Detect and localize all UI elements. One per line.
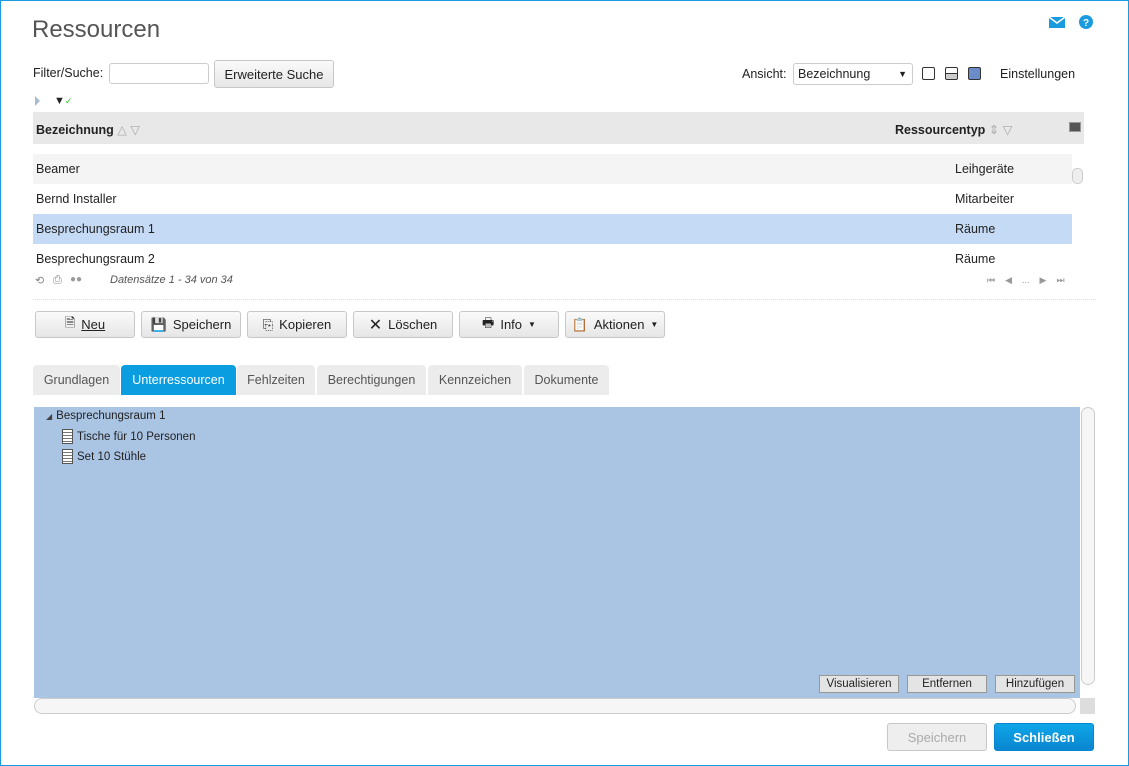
tree-root[interactable]: ◢ Besprechungsraum 1 (46, 410, 165, 422)
table-row-selected[interactable]: Besprechungsraum 1 Räume (33, 214, 1072, 244)
save-button[interactable]: 💾 Speichern (141, 311, 241, 338)
new-button[interactable]: 🗎 Neu (35, 311, 135, 338)
footer-save-button[interactable]: Speichern (887, 723, 987, 751)
page-title: Ressourcen (32, 16, 161, 43)
first-page-icon: ⏮ (987, 275, 996, 285)
vertical-scrollbar[interactable] (1081, 407, 1095, 685)
advanced-search-button[interactable]: Erweiterte Suche (214, 60, 334, 88)
column-header-ressourcentyp[interactable]: Ressourcentyp ⇕ ▽ (895, 122, 1012, 137)
pager[interactable]: ⏮ ◀... ▶ ⏭ (987, 275, 1065, 286)
document-icon: 🗎 (64, 314, 76, 330)
table-scrollbar[interactable] (1072, 168, 1083, 184)
prev-page-icon: ◀ (1005, 275, 1013, 285)
info-button[interactable]: 🖶 Info ▼ (459, 311, 559, 338)
delete-button[interactable]: ✕ Löschen (353, 311, 453, 338)
scroll-corner (1080, 698, 1095, 714)
tab-dokumente[interactable]: Dokumente (524, 365, 609, 395)
collapse-icon: ◢ (46, 411, 53, 421)
column-header-bezeichnung[interactable]: Bezeichnung △ ▽ (36, 122, 140, 137)
tab-grundlagen[interactable]: Grundlagen (33, 365, 120, 395)
record-count: Datensätze 1 - 34 von 34 (110, 274, 233, 286)
resource-icon (62, 429, 73, 444)
view-label: Ansicht: (742, 67, 787, 81)
layout-full-icon[interactable] (968, 67, 981, 80)
tab-unterressourcen[interactable]: Unterressourcen (121, 365, 236, 395)
actions-button[interactable]: 📋 Aktionen ▼ (565, 311, 665, 338)
copy-icon: ⎘ (262, 316, 274, 332)
filter-active-icon[interactable]: ▼✓ (54, 95, 72, 107)
copy-button[interactable]: ⎘ Kopieren (247, 311, 347, 338)
divider (33, 299, 1096, 300)
dropdown-arrow-icon: ▼ (898, 69, 907, 79)
floppy-icon: 💾 (150, 316, 167, 332)
next-page-icon: ▶ (1039, 275, 1047, 285)
visualize-button[interactable]: Visualisieren (819, 675, 899, 693)
horizontal-scrollbar[interactable] (34, 698, 1076, 714)
tree-item[interactable]: Set 10 Stühle (62, 449, 146, 464)
printer-icon: 🖶 (482, 314, 495, 330)
filter-input[interactable] (109, 63, 209, 84)
settings-link[interactable]: Einstellungen (1000, 67, 1075, 81)
layout-single-icon[interactable] (922, 67, 935, 80)
print-icon[interactable]: ⎙ (53, 274, 62, 287)
resource-icon (62, 449, 73, 464)
mail-icon[interactable] (1049, 17, 1065, 28)
refresh-icon[interactable]: ⟲ (35, 274, 44, 287)
expand-icon[interactable] (35, 96, 40, 106)
add-button[interactable]: Hinzufügen (995, 675, 1075, 693)
gears-icon[interactable]: ●● (70, 274, 82, 285)
table-row[interactable]: Bernd Installer Mitarbeiter (33, 184, 1072, 214)
table-row[interactable]: Besprechungsraum 2 Räume (33, 244, 1072, 274)
filter-label: Filter/Suche: (33, 66, 104, 80)
x-icon: ✕ (368, 316, 383, 334)
view-select-value: Bezeichnung (798, 67, 871, 81)
last-page-icon: ⏭ (1056, 275, 1065, 285)
tree-item[interactable]: Tische für 10 Personen (62, 429, 195, 444)
remove-button[interactable]: Entfernen (907, 675, 987, 693)
tab-kennzeichen[interactable]: Kennzeichen (428, 365, 522, 395)
layout-split-icon[interactable] (945, 67, 958, 80)
table-row[interactable]: Beamer Leihgeräte (33, 154, 1072, 184)
view-select[interactable]: Bezeichnung ▼ (793, 63, 913, 85)
clipboard-icon: 📋 (571, 316, 588, 332)
help-icon[interactable]: ? (1078, 14, 1094, 30)
subresource-panel (34, 407, 1080, 698)
svg-text:?: ? (1083, 18, 1089, 29)
close-button[interactable]: Schließen (994, 723, 1094, 751)
tab-fehlzeiten[interactable]: Fehlzeiten (237, 365, 315, 395)
tab-berechtigungen[interactable]: Berechtigungen (317, 365, 426, 395)
export-icon[interactable] (1069, 122, 1081, 132)
